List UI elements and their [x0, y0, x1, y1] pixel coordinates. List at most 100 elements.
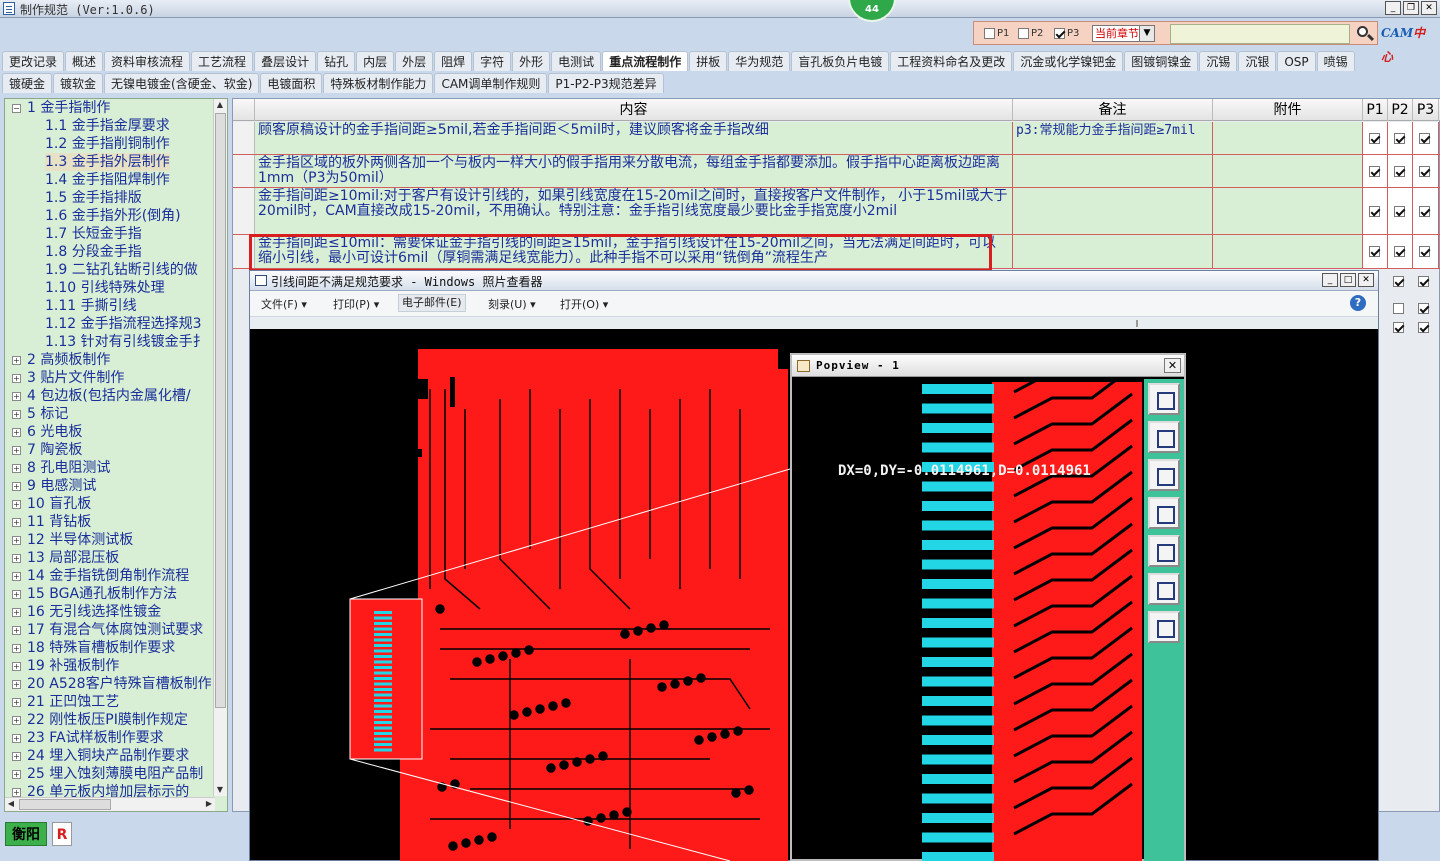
expand-icon[interactable]: + [12, 752, 21, 761]
expand-icon[interactable]: + [12, 716, 21, 725]
tab-tabrow1-22[interactable]: 喷锡 [1316, 51, 1355, 71]
p3-checkbox[interactable] [1419, 246, 1430, 257]
table-row[interactable]: 顾客原稿设计的金手指间距≥5mil,若金手指间距＜5mil时，建议顾客将金手指改… [233, 122, 1440, 155]
menu-open[interactable]: 打开(O) ▾ [560, 296, 608, 312]
pan-down-icon[interactable] [1148, 459, 1180, 491]
tree-item[interactable]: +13 局部混压板 [5, 549, 213, 567]
p3-checkbox[interactable] [1418, 303, 1429, 314]
p2-checkbox[interactable] [1393, 303, 1404, 314]
expand-icon[interactable]: + [12, 698, 21, 707]
expand-icon[interactable]: + [12, 410, 21, 419]
row-header[interactable] [233, 188, 255, 234]
chevron-down-icon[interactable]: ▼ [1139, 25, 1155, 42]
tab-tabrow2-0[interactable]: 镀硬金 [2, 73, 53, 93]
table-row[interactable]: 金手指间距≥10mil:对于客户有设计引线的，如果引线宽度在15-20mil之间… [233, 188, 1440, 235]
tree-item[interactable]: +11 背钻板 [5, 513, 213, 531]
tab-tabrow1-10[interactable]: 外形 [512, 51, 551, 71]
p3-filter[interactable]: P3 [1054, 28, 1079, 40]
tree-vertical-scrollbar[interactable]: ▲ ▼ [213, 99, 227, 796]
p1-checkbox[interactable] [1369, 165, 1380, 177]
tree-item[interactable]: +12 半导体测试板 [5, 531, 213, 549]
viewer-maximize-button[interactable]: □ [1340, 273, 1356, 287]
tree-item[interactable]: −1 金手指制作 [5, 99, 213, 117]
expand-icon[interactable]: + [12, 734, 21, 743]
tree-item[interactable]: 1.8 分段金手指 [5, 243, 213, 261]
attachment-cell[interactable] [1213, 235, 1363, 268]
tab-tabrow1-1[interactable]: 概述 [65, 51, 104, 71]
tab-tabrow2-2[interactable]: 无镍电镀金(含硬金、软金) [104, 73, 260, 93]
tree-item[interactable]: 1.9 二钻孔钻断引线的做 [5, 261, 213, 279]
p2-checkbox[interactable] [1394, 246, 1405, 257]
tree-item[interactable]: 1.12 金手指流程选择规3 [5, 315, 213, 333]
tree-item[interactable]: +8 孔电阻测试 [5, 459, 213, 477]
tab-tabrow1-21[interactable]: OSP [1277, 51, 1316, 71]
header-p1[interactable]: P1 [1363, 99, 1388, 121]
expand-icon[interactable]: + [12, 770, 21, 779]
p3-checkbox[interactable] [1419, 205, 1430, 217]
tree-item[interactable]: 1.2 金手指削铜制作 [5, 135, 213, 153]
tree-item[interactable]: +10 盲孔板 [5, 495, 213, 513]
scroll-up-icon[interactable]: ▲ [214, 99, 226, 111]
menu-email[interactable]: 电子邮件(E) [398, 294, 466, 312]
expand-icon[interactable]: + [12, 680, 21, 689]
tab-tabrow1-7[interactable]: 外层 [395, 51, 434, 71]
tab-tabrow1-6[interactable]: 内层 [356, 51, 395, 71]
expand-icon[interactable]: + [12, 392, 21, 401]
row-header[interactable] [233, 122, 255, 154]
tab-tabrow1-13[interactable]: 拼板 [689, 51, 728, 71]
expand-icon[interactable]: + [12, 518, 21, 527]
tab-tabrow1-18[interactable]: 图镀铜镍金 [1124, 51, 1199, 71]
tab-tabrow2-6[interactable]: P1-P2-P3规范差异 [548, 73, 664, 93]
attachment-cell[interactable] [1213, 188, 1363, 234]
tab-tabrow1-14[interactable]: 华为规范 [728, 51, 791, 71]
viewer-close-button[interactable]: ✕ [1358, 273, 1374, 287]
p2-checkbox[interactable] [1393, 276, 1404, 287]
tab-tabrow1-3[interactable]: 工艺流程 [191, 51, 254, 71]
tree-item[interactable]: 1.5 金手指排版 [5, 189, 213, 207]
pan-right-icon[interactable] [1148, 535, 1180, 567]
tree-item[interactable]: +16 无引线选择性镀金 [5, 603, 213, 621]
expand-icon[interactable]: + [12, 356, 21, 365]
tree-item[interactable]: +15 BGA通孔板制作方法 [5, 585, 213, 603]
tree-item[interactable]: 1.4 金手指阻焊制作 [5, 171, 213, 189]
expand-icon[interactable]: + [12, 446, 21, 455]
attachment-cell[interactable] [1213, 122, 1363, 154]
expand-icon[interactable]: + [12, 572, 21, 581]
tab-tabrow1-12[interactable]: 重点流程制作 [602, 51, 689, 71]
table-row[interactable]: 金手指区域的板外两侧各加一个与板内一样大小的假手指用来分散电流，每组金手指都要添… [233, 155, 1440, 188]
p1-checkbox[interactable] [1369, 246, 1380, 257]
restore-button[interactable]: ❐ [1403, 1, 1419, 15]
notification-badge[interactable]: 44 [848, 0, 896, 22]
tree-item[interactable]: +5 标记 [5, 405, 213, 423]
expand-icon[interactable]: + [12, 662, 21, 671]
tab-tabrow2-5[interactable]: CAM调单制作规则 [434, 73, 548, 93]
expand-icon[interactable]: + [12, 482, 21, 491]
p2-checkbox[interactable] [1394, 165, 1405, 177]
content-cell[interactable]: 金手指间距≥10mil:对于客户有设计引线的，如果引线宽度在15-20mil之间… [255, 188, 1013, 234]
tree-item[interactable]: 1.6 金手指外形(倒角) [5, 207, 213, 225]
content-cell[interactable]: 金手指区域的板外两侧各加一个与板内一样大小的假手指用来分散电流，每组金手指都要添… [255, 155, 1013, 187]
p3-checkbox[interactable] [1418, 322, 1429, 333]
expand-icon[interactable]: + [12, 554, 21, 563]
p2-checkbox[interactable] [1394, 205, 1405, 217]
content-cell[interactable]: 顾客原稿设计的金手指间距≥5mil,若金手指间距＜5mil时，建议顾客将金手指改… [255, 122, 1013, 154]
site-badge[interactable]: 衡阳 [5, 822, 47, 846]
tree-item[interactable]: +2 高频板制作 [5, 351, 213, 369]
tree-item[interactable]: +7 陶瓷板 [5, 441, 213, 459]
scroll-left-icon[interactable]: ◀ [5, 798, 17, 810]
mode-badge[interactable]: R [52, 822, 72, 846]
chapter-select[interactable]: 当前章节 [1092, 25, 1140, 42]
expand-icon[interactable]: + [12, 500, 21, 509]
p1-checkbox[interactable] [1369, 132, 1380, 144]
tree-item[interactable]: 1.7 长短金手指 [5, 225, 213, 243]
expand-icon[interactable]: + [12, 428, 21, 437]
scroll-thumb-horizontal[interactable] [19, 799, 111, 810]
tab-tabrow1-8[interactable]: 阻焊 [434, 51, 473, 71]
p3-checkbox[interactable] [1054, 28, 1065, 39]
tab-tabrow2-1[interactable]: 镀软金 [53, 73, 104, 93]
tree-item[interactable]: 1.11 手撕引线 [5, 297, 213, 315]
tab-tabrow2-3[interactable]: 电镀面积 [260, 73, 323, 93]
attachment-cell[interactable] [1213, 155, 1363, 187]
tree-item[interactable]: +19 补强板制作 [5, 657, 213, 675]
tab-tabrow1-4[interactable]: 叠层设计 [254, 51, 317, 71]
